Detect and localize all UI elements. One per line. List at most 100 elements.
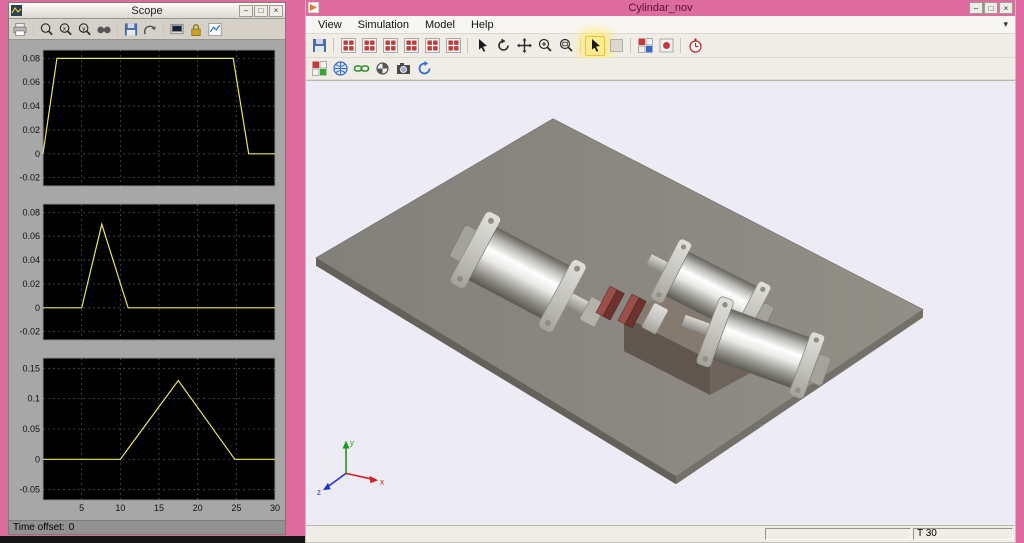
zoom-in-icon[interactable] bbox=[535, 36, 555, 56]
toolbar-separator bbox=[467, 38, 468, 53]
svg-text:0.1: 0.1 bbox=[27, 394, 40, 404]
3d-viewport[interactable]: x y z bbox=[306, 80, 1015, 526]
status-field-time: T 30 bbox=[913, 528, 1013, 540]
select-icon[interactable] bbox=[472, 36, 492, 56]
scope-window: Scope – □ × xy 0.08 0.06 0.04 0.02 0 -0.02 0.… bbox=[8, 2, 286, 535]
camera-icon[interactable] bbox=[393, 59, 413, 79]
svg-text:0.08: 0.08 bbox=[22, 53, 40, 63]
print-icon[interactable] bbox=[11, 20, 29, 38]
model-title: Cylindar_nov bbox=[306, 2, 1015, 14]
pan-icon[interactable] bbox=[514, 36, 534, 56]
signal-selection-icon[interactable] bbox=[206, 20, 224, 38]
zoom-region-icon[interactable] bbox=[556, 36, 576, 56]
menu-overflow-chevron[interactable]: ▾ bbox=[1003, 19, 1011, 30]
svg-text:0.04: 0.04 bbox=[22, 101, 40, 111]
svg-text:0: 0 bbox=[35, 454, 40, 464]
lock-axes-icon[interactable] bbox=[187, 20, 205, 38]
scope-window-icon bbox=[11, 5, 23, 17]
display-b-icon[interactable] bbox=[656, 36, 676, 56]
scope-titlebar[interactable]: Scope – □ × bbox=[9, 3, 285, 19]
maximize-button[interactable]: □ bbox=[984, 2, 998, 14]
svg-text:-0.02: -0.02 bbox=[19, 327, 40, 337]
cursor-highlight-icon[interactable] bbox=[585, 36, 605, 56]
world-axes-icon[interactable] bbox=[330, 59, 350, 79]
zoom-x-icon[interactable]: x bbox=[57, 20, 75, 38]
toolbar-separator bbox=[580, 38, 581, 53]
svg-text:0.08: 0.08 bbox=[22, 207, 40, 217]
svg-text:0.04: 0.04 bbox=[22, 255, 40, 265]
zoom-icon[interactable] bbox=[38, 20, 56, 38]
svg-text:0: 0 bbox=[35, 149, 40, 159]
main-toolbar bbox=[306, 34, 1015, 58]
toolbar-separator bbox=[630, 38, 631, 53]
save-icon[interactable] bbox=[309, 36, 329, 56]
close-button[interactable]: × bbox=[269, 5, 283, 17]
axes-triad: x y z bbox=[317, 439, 384, 498]
svg-text:-0.05: -0.05 bbox=[19, 485, 40, 495]
scene-canvas: x y z bbox=[306, 81, 1015, 525]
view-right-icon[interactable] bbox=[443, 36, 463, 56]
toolbar-separator bbox=[680, 38, 681, 53]
restore-axes-icon[interactable] bbox=[141, 20, 159, 38]
axis-label-y: y bbox=[350, 439, 354, 448]
screen-bottom-strip bbox=[0, 536, 306, 543]
scope-plot-3[interactable]: 0.150.10.050-0.0551015202530 bbox=[13, 351, 281, 517]
stopwatch-icon[interactable] bbox=[685, 36, 705, 56]
autoscale-icon[interactable] bbox=[95, 20, 113, 38]
scope-plots-area: 0.08 0.06 0.04 0.02 0 -0.02 0.08 0.06 0.04 0.02 0… bbox=[9, 40, 285, 520]
machine-display-icon[interactable] bbox=[309, 59, 329, 79]
scope-plot-2[interactable]: 0.080.060.040.020-0.02 bbox=[13, 197, 281, 347]
svg-text:30: 30 bbox=[270, 503, 280, 513]
model-statusbar: T 30 bbox=[306, 526, 1015, 542]
menu-bar: ViewSimulationModelHelp ▾ bbox=[306, 16, 1015, 34]
maximize-button[interactable]: □ bbox=[254, 5, 268, 17]
menu-help[interactable]: Help bbox=[463, 17, 502, 33]
close-button[interactable]: × bbox=[999, 2, 1013, 14]
menu-view[interactable]: View bbox=[310, 17, 350, 33]
svg-text:0.06: 0.06 bbox=[22, 77, 40, 87]
joint-display-icon[interactable] bbox=[351, 59, 371, 79]
model-window: Cylindar_nov – □ × ViewSimulationModelHe… bbox=[305, 0, 1016, 543]
toolbar-separator bbox=[333, 38, 334, 53]
time-offset-label: Time offset: bbox=[13, 522, 65, 533]
svg-text:0.05: 0.05 bbox=[22, 424, 40, 434]
save-axes-icon[interactable] bbox=[122, 20, 140, 38]
simulink-window-icon bbox=[308, 2, 320, 14]
com-display-icon[interactable] bbox=[372, 59, 392, 79]
toggle-blank-icon[interactable] bbox=[606, 36, 626, 56]
axis-label-z: z bbox=[317, 488, 321, 497]
toolbar-separator bbox=[163, 22, 164, 37]
menu-bar-items: ViewSimulationModelHelp bbox=[310, 17, 502, 33]
view-bottom-icon[interactable] bbox=[401, 36, 421, 56]
svg-text:5: 5 bbox=[79, 503, 84, 513]
minimize-button[interactable]: – bbox=[969, 2, 983, 14]
axis-label-x: x bbox=[380, 477, 384, 486]
floating-scope-icon[interactable] bbox=[168, 20, 186, 38]
view-top-icon[interactable] bbox=[380, 36, 400, 56]
scope-plot-1[interactable]: 0.08 0.06 0.04 0.02 0 -0.02 bbox=[13, 43, 281, 193]
svg-text:25: 25 bbox=[231, 503, 241, 513]
status-field-left bbox=[308, 528, 763, 540]
svg-text:-0.02: -0.02 bbox=[19, 173, 40, 183]
scope-statusbar: Time offset: 0 bbox=[9, 520, 285, 534]
toolbar-separator bbox=[117, 22, 118, 37]
toolbar-separator bbox=[33, 22, 34, 37]
view-back-icon[interactable] bbox=[359, 36, 379, 56]
time-offset-value: 0 bbox=[69, 522, 75, 533]
update-icon[interactable] bbox=[414, 59, 434, 79]
menu-simulation[interactable]: Simulation bbox=[350, 17, 417, 33]
view-front-icon[interactable] bbox=[338, 36, 358, 56]
view-left-icon[interactable] bbox=[422, 36, 442, 56]
minimize-button[interactable]: – bbox=[239, 5, 253, 17]
svg-text:0.06: 0.06 bbox=[22, 231, 40, 241]
menu-model[interactable]: Model bbox=[417, 17, 463, 33]
svg-text:0.02: 0.02 bbox=[22, 125, 40, 135]
model-titlebar[interactable]: Cylindar_nov – □ × bbox=[306, 0, 1015, 16]
svg-text:0.15: 0.15 bbox=[22, 363, 40, 373]
rotate-icon[interactable] bbox=[493, 36, 513, 56]
secondary-toolbar bbox=[306, 58, 1015, 80]
zoom-y-icon[interactable]: y bbox=[76, 20, 94, 38]
svg-text:0: 0 bbox=[35, 303, 40, 313]
svg-text:15: 15 bbox=[154, 503, 164, 513]
display-a-icon[interactable] bbox=[635, 36, 655, 56]
